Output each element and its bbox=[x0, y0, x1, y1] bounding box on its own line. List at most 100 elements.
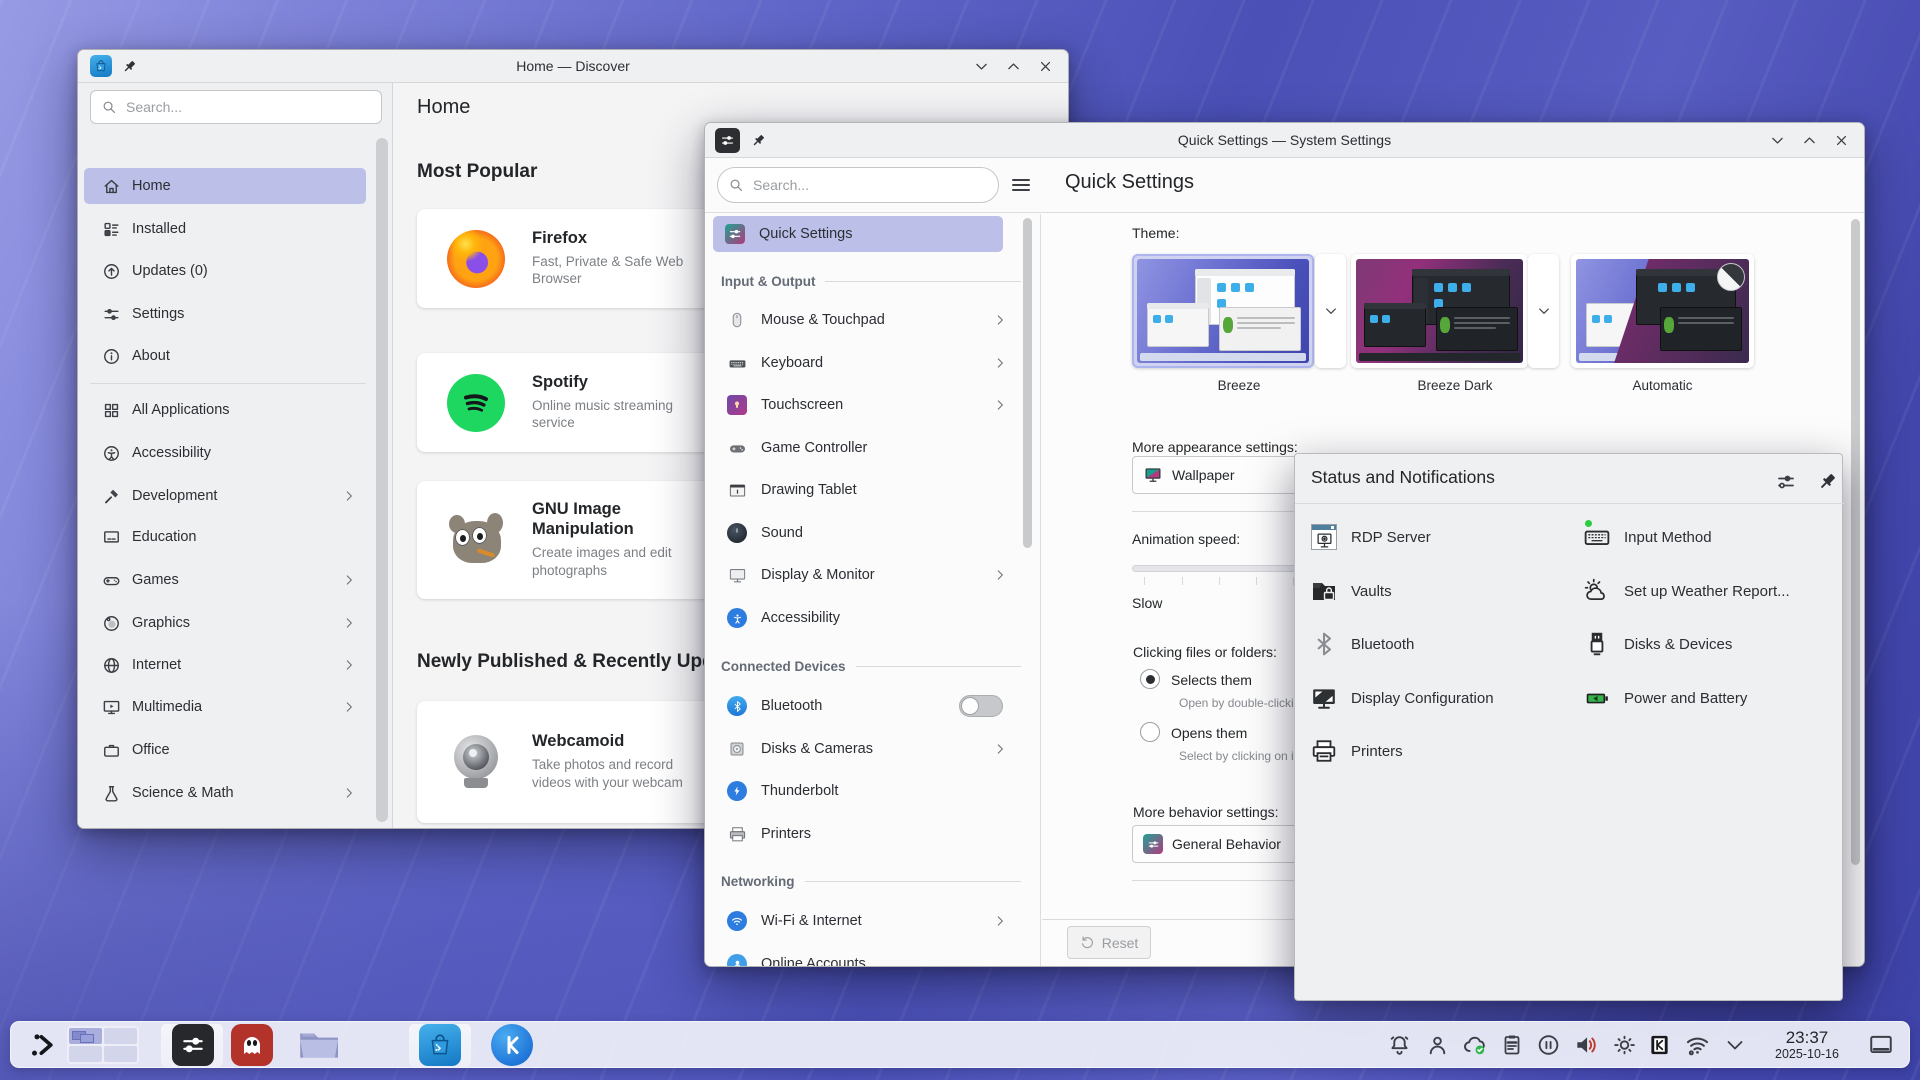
settings-search-input[interactable] bbox=[753, 177, 988, 193]
theme-breeze-dark-dropdown[interactable] bbox=[1528, 254, 1559, 368]
general-behavior-label: General Behavior bbox=[1172, 836, 1281, 852]
radio-opens-them[interactable] bbox=[1140, 722, 1160, 742]
printers-icon bbox=[1311, 738, 1337, 764]
tray-expand-chevron-icon[interactable] bbox=[1723, 1033, 1747, 1057]
sidebar-item-installed[interactable]: Installed bbox=[84, 211, 366, 247]
sidebar-item-games[interactable]: Games bbox=[84, 562, 366, 598]
media-pause-icon[interactable] bbox=[1536, 1032, 1561, 1057]
sidebar-item-drawing-tablet[interactable]: Drawing Tablet bbox=[713, 472, 1019, 508]
close-icon[interactable] bbox=[1036, 57, 1054, 75]
configure-icon[interactable] bbox=[1774, 470, 1798, 494]
volume-icon[interactable] bbox=[1573, 1032, 1599, 1058]
popup-item-bluetooth[interactable]: Bluetooth bbox=[1311, 627, 1561, 661]
theme-card-automatic[interactable] bbox=[1571, 254, 1754, 368]
sidebar-item-game-controller[interactable]: Game Controller bbox=[713, 430, 1019, 466]
sidebar-item-system[interactable]: System bbox=[84, 818, 366, 829]
pager-desktop-3[interactable] bbox=[69, 1046, 102, 1062]
task-discover[interactable] bbox=[419, 1024, 461, 1066]
sidebar-item-wifi-internet[interactable]: Wi-Fi & Internet bbox=[713, 903, 1019, 939]
sidebar-item-science-math[interactable]: Science & Math bbox=[84, 775, 366, 811]
bluetooth-toggle[interactable] bbox=[959, 695, 1003, 717]
sidebar-item-office[interactable]: Office bbox=[84, 732, 366, 768]
popup-item-printers[interactable]: Printers bbox=[1311, 734, 1561, 768]
virtual-desktop-pager[interactable] bbox=[67, 1026, 139, 1064]
sidebar-item-settings[interactable]: Settings bbox=[84, 296, 366, 332]
popup-item-display-configuration[interactable]: Display Configuration bbox=[1311, 681, 1581, 715]
notifications-icon[interactable] bbox=[1387, 1032, 1412, 1057]
popup-item-disks-devices[interactable]: Disks & Devices bbox=[1584, 627, 1834, 661]
sidebar-item-home[interactable]: Home bbox=[84, 168, 366, 204]
close-icon[interactable] bbox=[1832, 131, 1850, 149]
monitor-icon bbox=[727, 565, 747, 585]
reset-button[interactable]: Reset bbox=[1067, 926, 1151, 959]
clipboard-icon[interactable] bbox=[1500, 1033, 1524, 1057]
settings-titlebar[interactable]: Quick Settings — System Settings bbox=[705, 123, 1864, 158]
app-name: Webcamoid bbox=[532, 732, 694, 752]
pager-desktop-4[interactable] bbox=[104, 1046, 137, 1062]
sidebar-item-sound[interactable]: Sound bbox=[713, 515, 1019, 551]
hamburger-menu-icon[interactable] bbox=[1009, 173, 1033, 197]
sidebar-item-quick-settings[interactable]: Quick Settings bbox=[713, 216, 1003, 252]
show-desktop-button[interactable] bbox=[1867, 1032, 1895, 1058]
sidebar-item-education[interactable]: Education bbox=[84, 519, 366, 555]
hammer-icon bbox=[102, 487, 121, 506]
task-ghost-app[interactable] bbox=[231, 1024, 273, 1066]
maximize-icon[interactable] bbox=[1800, 131, 1818, 149]
sidebar-item-touchscreen[interactable]: Touchscreen bbox=[713, 387, 1019, 423]
night-light-icon[interactable] bbox=[1612, 1032, 1637, 1057]
pager-desktop-2[interactable] bbox=[104, 1028, 137, 1044]
sidebar-item-label: Thunderbolt bbox=[761, 783, 838, 799]
popup-item-input-method[interactable]: Input Method bbox=[1584, 520, 1834, 554]
pager-desktop-1[interactable] bbox=[69, 1028, 102, 1044]
weather-icon bbox=[1584, 578, 1610, 604]
sidebar-item-multimedia[interactable]: Multimedia bbox=[84, 689, 366, 725]
popup-item-vaults[interactable]: Vaults bbox=[1311, 574, 1561, 608]
sidebar-item-graphics[interactable]: Graphics bbox=[84, 605, 366, 641]
app-name: GNU Image Manipulation bbox=[532, 500, 692, 540]
sidebar-item-updates[interactable]: Updates (0) bbox=[84, 253, 366, 289]
sidebar-item-all-applications[interactable]: All Applications bbox=[84, 392, 366, 428]
network-wifi-icon[interactable] bbox=[1684, 1031, 1711, 1058]
settings-content-scrollbar[interactable] bbox=[1851, 219, 1860, 865]
theme-breeze-dropdown[interactable] bbox=[1315, 254, 1346, 368]
minimize-icon[interactable] bbox=[972, 57, 990, 75]
task-blue-k-app[interactable] bbox=[491, 1024, 533, 1066]
sidebar-item-keyboard[interactable]: Keyboard bbox=[713, 345, 1019, 381]
theme-card-breeze-dark[interactable] bbox=[1351, 254, 1528, 368]
sidebar-item-display-monitor[interactable]: Display & Monitor bbox=[713, 557, 1019, 593]
sidebar-item-printers[interactable]: Printers bbox=[713, 816, 1019, 852]
minimize-icon[interactable] bbox=[1768, 131, 1786, 149]
user-sessions-icon[interactable] bbox=[1425, 1032, 1450, 1057]
popup-item-weather[interactable]: Set up Weather Report... bbox=[1584, 574, 1844, 608]
discover-search[interactable] bbox=[90, 90, 382, 124]
sidebar-item-thunderbolt[interactable]: Thunderbolt bbox=[713, 773, 1019, 809]
maximize-icon[interactable] bbox=[1004, 57, 1022, 75]
sidebar-item-development[interactable]: Development bbox=[84, 478, 366, 514]
app-launcher-button[interactable] bbox=[27, 1030, 57, 1060]
sidebar-item-mouse-touchpad[interactable]: Mouse & Touchpad bbox=[713, 302, 1019, 338]
radio-selects-them[interactable] bbox=[1140, 669, 1160, 689]
sidebar-item-label: Updates (0) bbox=[132, 263, 208, 279]
discover-search-input[interactable] bbox=[126, 99, 371, 115]
cloud-sync-icon[interactable] bbox=[1462, 1032, 1488, 1058]
sidebar-item-about[interactable]: About bbox=[84, 338, 366, 374]
task-file-manager[interactable] bbox=[296, 1024, 338, 1066]
theme-card-breeze[interactable] bbox=[1132, 254, 1314, 368]
sidebar-scrollbar[interactable] bbox=[376, 138, 388, 822]
pin-icon[interactable] bbox=[1816, 470, 1839, 493]
sidebar-item-bluetooth[interactable]: Bluetooth bbox=[713, 688, 1019, 724]
sidebar-item-disks-cameras[interactable]: Disks & Cameras bbox=[713, 731, 1019, 767]
sidebar-item-accessibility[interactable]: Accessibility bbox=[713, 600, 1019, 636]
settings-sidebar-scrollbar[interactable] bbox=[1023, 218, 1032, 548]
popup-item-power-battery[interactable]: Power and Battery bbox=[1584, 681, 1834, 715]
discover-titlebar[interactable]: Home — Discover bbox=[78, 50, 1068, 83]
task-system-settings[interactable] bbox=[172, 1024, 214, 1066]
clock-widget[interactable]: 23:37 2025-10-16 bbox=[1759, 1028, 1855, 1062]
sidebar-item-online-accounts[interactable]: Online Accounts bbox=[713, 946, 1019, 967]
popup-item-rdp-server[interactable]: RDP Server bbox=[1311, 520, 1561, 554]
sidebar-item-label: Development bbox=[132, 488, 217, 504]
k-app-tray-icon[interactable] bbox=[1648, 1033, 1671, 1056]
sidebar-item-accessibility[interactable]: Accessibility bbox=[84, 435, 366, 471]
sidebar-item-internet[interactable]: Internet bbox=[84, 647, 366, 683]
settings-search[interactable] bbox=[717, 167, 999, 203]
